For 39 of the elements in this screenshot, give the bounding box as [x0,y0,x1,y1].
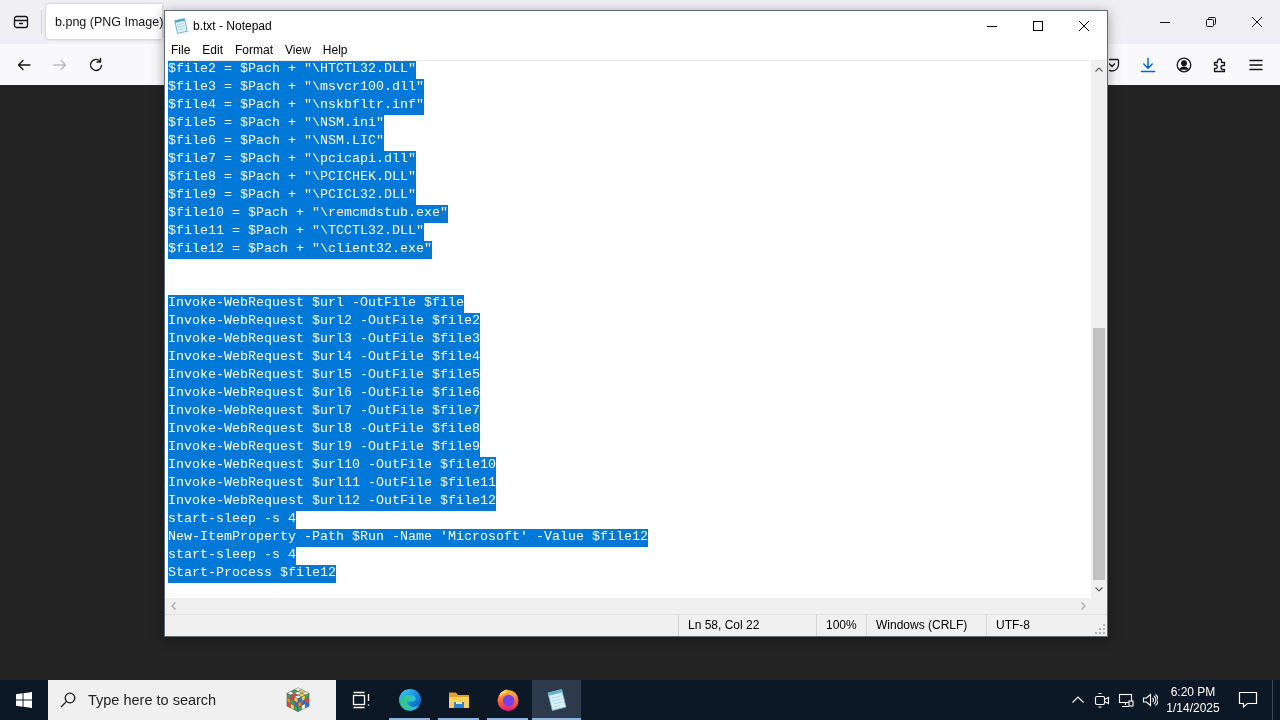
message-icon[interactable] [1238,690,1258,710]
volume-icon[interactable] [1142,692,1158,708]
scrollbar-thumb[interactable] [1093,328,1105,580]
close-icon[interactable] [1249,14,1265,30]
taskbar-button[interactable] [532,680,581,720]
clock-button[interactable]: 6:20 PM 1/14/2025 [1162,680,1224,720]
restore-icon[interactable] [1203,14,1219,30]
notepad-icon [173,17,189,34]
close-icon[interactable] [1079,20,1089,31]
search-icon [60,692,76,708]
edge-icon [397,688,422,712]
account-icon[interactable] [1176,56,1192,73]
encoding: UTF-8 [986,615,1091,636]
menu-item[interactable]: View [279,40,317,60]
window-title: b.txt - Notepad [193,18,272,33]
cube-icon[interactable] [284,686,312,714]
menu-item[interactable]: Format [229,40,280,60]
menu-item[interactable]: Edit [196,40,230,60]
archive-box-icon[interactable] [12,14,29,30]
notepad-icon [544,688,569,712]
search-field[interactable]: Type here to search [88,690,258,710]
menu-item[interactable]: Help [316,40,354,60]
windows-logo-icon[interactable] [16,692,32,708]
scroll-down-icon[interactable] [1095,587,1103,592]
zoom-level: 100% [816,615,866,636]
maximize-icon[interactable] [1033,20,1043,31]
puzzle-icon[interactable] [1212,56,1228,73]
network-icon[interactable] [1118,692,1134,708]
cursor-position: Ln 58, Col 22 [678,615,816,636]
firefox-icon [495,688,520,712]
reload-icon[interactable] [88,56,104,73]
menu-item[interactable]: File [165,40,197,60]
camera-icon[interactable] [1094,692,1110,708]
pocket-icon[interactable] [1109,56,1120,73]
download-icon[interactable] [1140,56,1156,73]
line-ending: Windows (CRLF) [866,615,986,636]
search-box[interactable]: Type here to search [48,680,336,720]
browser-tab[interactable]: b.png (PNG Image) [46,4,162,39]
scroll-up-icon[interactable] [1095,67,1103,72]
